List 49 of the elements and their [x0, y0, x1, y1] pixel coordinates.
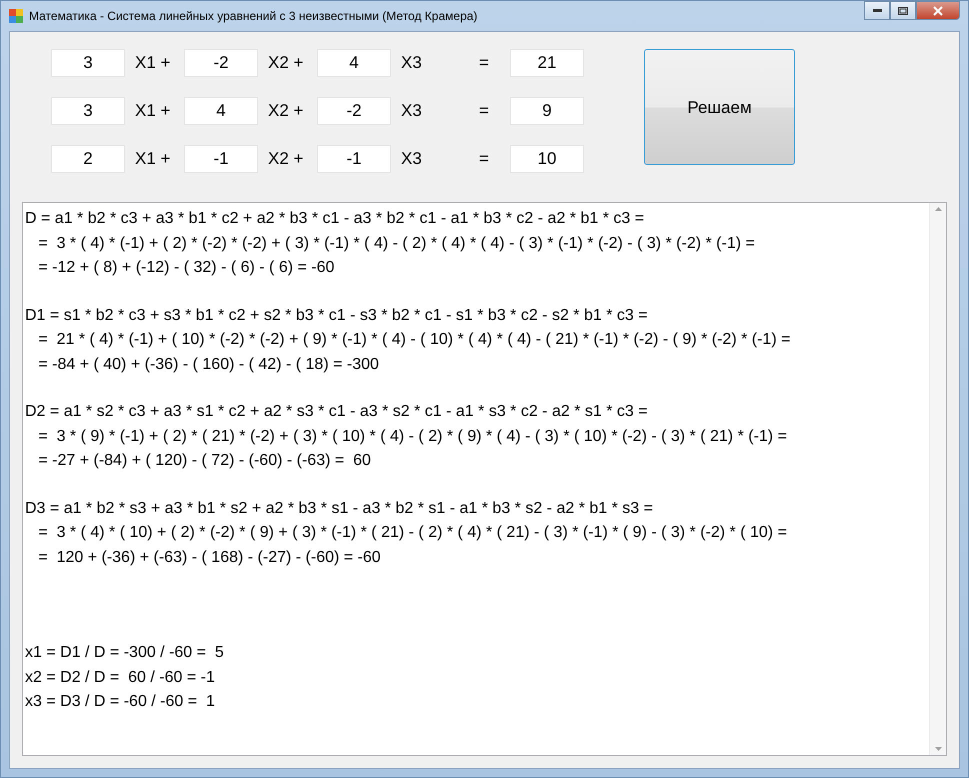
coefficient-field[interactable]: -2	[317, 97, 391, 125]
formula-line: = 21 * ( 4) * (-1) + ( 10) * (-2) * (-2) + ( 9) * (-1) * ( 4) - ( 10) * ( 4) * ( 4) - ( 21) * (-1) * (-2) - ( 9) * (-2) * (-1) =	[37, 330, 792, 350]
coefficient-field[interactable]: -1	[184, 145, 258, 173]
formula-line: = 120 + (-36) + (-63) - ( 168) - (-27) - (-60) = -60	[37, 548, 382, 568]
variable-label: X1 +	[134, 101, 172, 121]
close-button[interactable]	[916, 1, 960, 20]
formula-line: = -27 + (-84) + ( 120) - ( 72) - (-60) - (-63) = 60	[37, 451, 372, 471]
result-line: x2 = D2 / D = 60 / -60 = -1	[25, 668, 216, 688]
minimize-button[interactable]	[864, 1, 890, 20]
solve-button[interactable]: Решаем	[644, 49, 795, 165]
coefficient-field[interactable]: -2	[184, 49, 258, 77]
coefficient-field[interactable]: -1	[317, 145, 391, 173]
close-icon	[933, 6, 943, 16]
equals-sign: =	[478, 101, 490, 121]
formula-line: D3 = a1 * b2 * s3 + a3 * b1 * s2 + a2 * b3 * s1 - a3 * b2 * s1 - a1 * b3 * s2 - a2 * b1 * s3 =	[25, 498, 654, 518]
minimize-icon	[872, 8, 882, 12]
app-icon	[9, 9, 23, 23]
result-line: x3 = D3 / D = -60 / -60 = 1	[25, 692, 216, 712]
variable-label: X2 +	[267, 101, 304, 121]
constant-field[interactable]: 21	[510, 49, 584, 77]
variable-label: X1 +	[134, 149, 172, 169]
variable-label: X1 +	[134, 53, 172, 73]
constant-field[interactable]: 9	[510, 97, 584, 125]
formula-line: = 3 * ( 4) * ( 10) + ( 2) * (-2) * ( 9) + ( 3) * (-1) * ( 21) - ( 2) * ( 4) * ( 21) - ( 3) * (-1) * ( 9) - ( 3) * (-2) * ( 10) =	[37, 523, 788, 543]
variable-label: X3	[400, 101, 423, 121]
formula-line: = 3 * ( 9) * (-1) + ( 2) * ( 21) * (-2) + ( 3) * ( 10) * ( 4) - ( 2) * ( 9) * ( 4) - ( 3) * ( 10) * (-2) - ( 3) * ( 21) * (-1) =	[37, 426, 788, 446]
equals-sign: =	[478, 53, 490, 73]
coefficient-field[interactable]: 3	[51, 97, 125, 125]
variable-label: X2 +	[267, 53, 304, 73]
coefficient-field[interactable]: 3	[51, 49, 125, 77]
formula-line: D1 = s1 * b2 * c3 + s3 * b1 * c2 + s2 * b3 * c1 - s3 * b2 * c1 - s1 * b3 * c2 - s2 * b1 * c3 =	[25, 306, 649, 326]
coefficient-field[interactable]: 2	[51, 145, 125, 173]
variable-label: X3	[400, 149, 423, 169]
formula-line: = -84 + ( 40) + (-36) - ( 160) - ( 42) - ( 18) = -300	[37, 354, 380, 374]
formula-line: D = a1 * b2 * c3 + a3 * b1 * c2 + a2 * b3 * c1 - a3 * b2 * c1 - a1 * b3 * c2 - a2 * b1 * c3 =	[25, 209, 646, 229]
result-line: x1 = D1 / D = -300 / -60 = 5	[25, 643, 225, 663]
maximize-button[interactable]	[890, 1, 916, 20]
formula-line: = -12 + ( 8) + (-12) - ( 32) - ( 6) - ( 6) = -60	[37, 258, 336, 278]
coefficient-field[interactable]: 4	[184, 97, 258, 125]
formula-line: = 3 * ( 4) * (-1) + ( 2) * (-2) * (-2) + ( 3) * (-1) * ( 4) - ( 2) * ( 4) * ( 4) - ( 3) * (-1) * (-2) - ( 3) * (-2) * (-1) =	[37, 234, 756, 254]
coefficient-field[interactable]: 4	[317, 49, 391, 77]
equals-sign: =	[478, 149, 490, 169]
constant-field[interactable]: 10	[510, 145, 584, 173]
variable-label: X3	[400, 53, 423, 73]
maximize-icon	[898, 6, 908, 14]
variable-label: X2 +	[267, 149, 304, 169]
output-text-area[interactable]	[22, 202, 947, 756]
window-title: Математика - Система линейных уравнений с 3 неизвестными (Метод Крамера)	[29, 9, 478, 23]
formula-line: D2 = a1 * s2 * c3 + a3 * s1 * c2 + a2 * s3 * c1 - a3 * s2 * c1 - a1 * s3 * c2 - a2 * s1 * c3 =	[25, 402, 649, 422]
